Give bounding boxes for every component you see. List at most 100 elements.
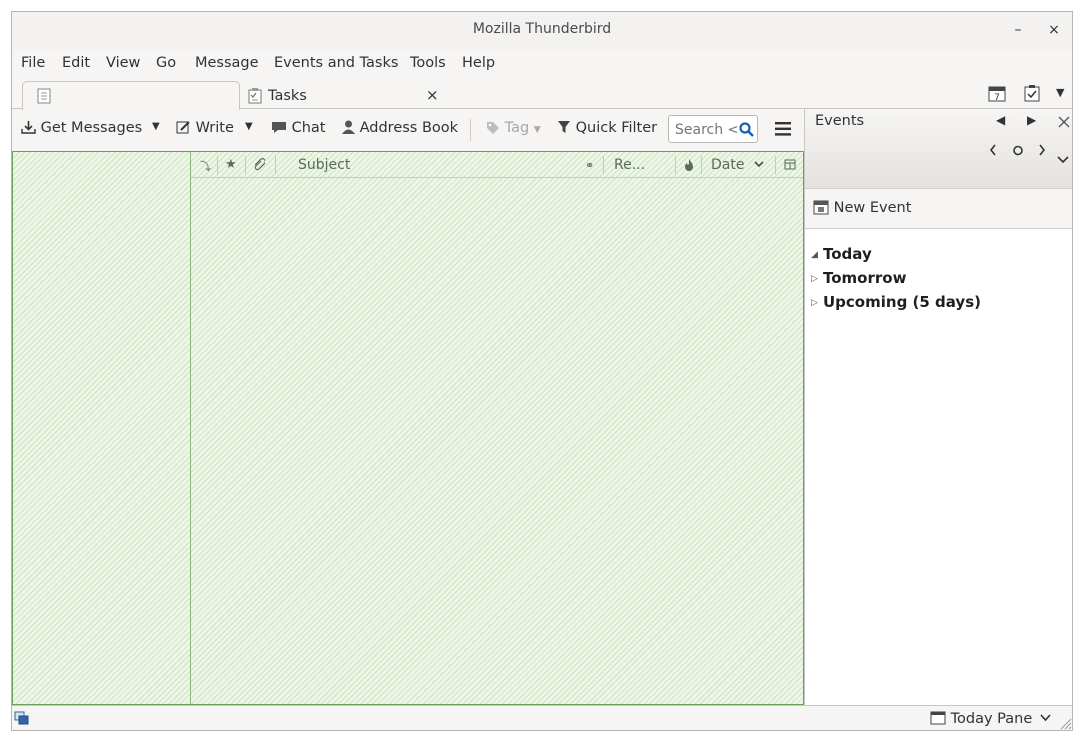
funnel-icon xyxy=(558,121,570,133)
menu-bar: File Edit View Go Message Events and Tas… xyxy=(12,50,1072,78)
tag-label: Tag xyxy=(504,120,530,136)
contact-person-icon xyxy=(342,120,355,134)
attachment-column-icon[interactable] xyxy=(253,158,265,171)
tag-dropdown-chevron-icon: ▼ xyxy=(533,125,541,135)
new-event-toolbar: New Event xyxy=(805,189,1072,229)
menu-help[interactable]: Help xyxy=(462,55,495,71)
expanded-triangle-icon: ◢ xyxy=(811,249,818,260)
get-messages-dropdown-chevron-icon[interactable]: ▼ xyxy=(152,121,160,132)
new-event-calendar-icon xyxy=(813,200,829,215)
hamburger-menu-icon[interactable] xyxy=(775,122,791,136)
search-box[interactable] xyxy=(668,115,758,143)
column-picker-icon[interactable] xyxy=(784,159,796,170)
status-bar: Today Pane xyxy=(12,705,1072,730)
menu-edit[interactable]: Edit xyxy=(62,55,90,71)
column-separator xyxy=(675,156,676,174)
search-icon[interactable] xyxy=(739,122,754,137)
menu-events-and-tasks[interactable]: Events and Tasks xyxy=(274,55,398,71)
tasks-icon xyxy=(248,88,262,104)
tag-button[interactable]: Tag ▼ xyxy=(486,120,541,136)
chat-label: Chat xyxy=(291,120,326,136)
column-separator xyxy=(775,156,776,174)
tab-bar: Tasks × 7 ▼ xyxy=(12,78,1072,110)
collapsed-triangle-icon: ▷ xyxy=(811,273,818,284)
get-messages-label: Get Messages xyxy=(40,120,143,136)
write-button[interactable]: Write xyxy=(176,120,234,136)
thread-pane-header: ⤵ ★ Subject ⚭ Re... Date xyxy=(191,152,803,178)
menu-message[interactable]: Message xyxy=(195,55,259,71)
folder-pane[interactable] xyxy=(13,152,191,704)
download-icon xyxy=(21,121,36,134)
tab-mail[interactable] xyxy=(22,81,240,110)
column-separator xyxy=(245,156,246,174)
agenda-section-tomorrow[interactable]: ▷ Tomorrow xyxy=(811,269,906,287)
unread-column-icon[interactable]: ⚭ xyxy=(585,159,594,172)
agenda-section-label: Upcoming (5 days) xyxy=(823,293,981,311)
today-pane: Events ◀ ▶ New Event ◢ Today ▷ Tomorrow … xyxy=(804,109,1072,705)
menu-tools[interactable]: Tools xyxy=(410,55,446,71)
address-book-button[interactable]: Address Book xyxy=(342,120,458,136)
agenda-section-label: Today xyxy=(823,245,872,263)
pencil-icon xyxy=(176,121,190,134)
today-pane-title: Events xyxy=(815,113,865,129)
recipients-column-header[interactable]: Re... xyxy=(614,157,645,173)
quick-filter-label: Quick Filter xyxy=(575,120,658,136)
agenda-section-upcoming[interactable]: ▷ Upcoming (5 days) xyxy=(811,293,981,311)
offline-status-icon[interactable] xyxy=(14,711,29,726)
mail-content-area: ⤵ ★ Subject ⚭ Re... Date xyxy=(12,151,804,705)
chat-button[interactable]: Chat xyxy=(271,120,326,136)
previous-day-chevron-icon[interactable] xyxy=(989,144,997,156)
thread-column-icon[interactable]: ⤵ xyxy=(200,158,211,174)
column-separator xyxy=(275,156,276,174)
today-pane-toggle[interactable]: Today Pane xyxy=(930,710,1051,727)
date-column-header[interactable]: Date xyxy=(711,157,744,173)
address-book-label: Address Book xyxy=(359,120,459,136)
write-dropdown-chevron-icon[interactable]: ▼ xyxy=(245,121,253,132)
today-circle-icon[interactable] xyxy=(1012,145,1024,156)
minimize-button[interactable]: – xyxy=(1008,20,1028,40)
app-window: Mozilla Thunderbird – × File Edit View G… xyxy=(11,11,1073,731)
previous-view-arrow-icon[interactable]: ◀ xyxy=(996,113,1005,127)
menu-view[interactable]: View xyxy=(106,55,140,71)
menu-file[interactable]: File xyxy=(21,55,45,71)
next-view-arrow-icon[interactable]: ▶ xyxy=(1027,113,1036,127)
mail-folder-icon xyxy=(37,88,51,104)
tabbar-menu-chevron-icon[interactable]: ▼ xyxy=(1056,86,1064,99)
column-separator xyxy=(701,156,702,174)
new-event-button[interactable]: New Event xyxy=(813,199,911,216)
junk-status-column-icon[interactable] xyxy=(684,158,694,171)
title-bar: Mozilla Thunderbird – × xyxy=(12,12,1072,50)
tag-icon xyxy=(487,122,499,134)
quick-filter-button[interactable]: Quick Filter xyxy=(557,120,657,136)
get-messages-button[interactable]: Get Messages xyxy=(21,120,142,136)
close-window-button[interactable]: × xyxy=(1044,20,1064,40)
task-list-icon[interactable] xyxy=(1023,84,1041,102)
column-separator xyxy=(217,156,218,174)
tab-close-icon[interactable]: × xyxy=(426,86,439,104)
agenda-section-today[interactable]: ◢ Today xyxy=(811,245,872,263)
chat-bubble-icon xyxy=(272,122,286,133)
resize-grip-icon[interactable] xyxy=(1058,716,1072,730)
tab-tasks[interactable]: Tasks × xyxy=(244,81,442,109)
star-column-icon[interactable]: ★ xyxy=(225,157,237,172)
column-separator xyxy=(603,156,604,174)
today-pane-toggle-label: Today Pane xyxy=(950,711,1033,727)
menu-go[interactable]: Go xyxy=(156,55,176,71)
agenda-section-label: Tomorrow xyxy=(823,269,907,287)
next-day-chevron-icon[interactable] xyxy=(1038,144,1046,156)
collapsed-triangle-icon: ▷ xyxy=(811,297,818,308)
tab-tasks-label: Tasks xyxy=(268,88,307,104)
expand-minimonth-chevron-icon[interactable] xyxy=(1057,156,1069,164)
calendar-small-icon xyxy=(930,711,946,725)
sort-descending-chevron-icon xyxy=(754,161,764,168)
calendar-icon[interactable]: 7 xyxy=(988,84,1006,102)
window-title: Mozilla Thunderbird xyxy=(472,21,612,37)
new-event-label: New Event xyxy=(833,200,912,216)
close-today-pane-icon[interactable] xyxy=(1058,116,1070,128)
svg-text:7: 7 xyxy=(994,93,1000,102)
search-input[interactable] xyxy=(673,120,739,140)
write-label: Write xyxy=(195,120,234,136)
today-pane-header: Events ◀ ▶ xyxy=(805,109,1072,189)
subject-column-header[interactable]: Subject xyxy=(298,157,350,173)
mail-toolbar: Get Messages ▼ Write ▼ Chat Address Book xyxy=(12,109,804,151)
